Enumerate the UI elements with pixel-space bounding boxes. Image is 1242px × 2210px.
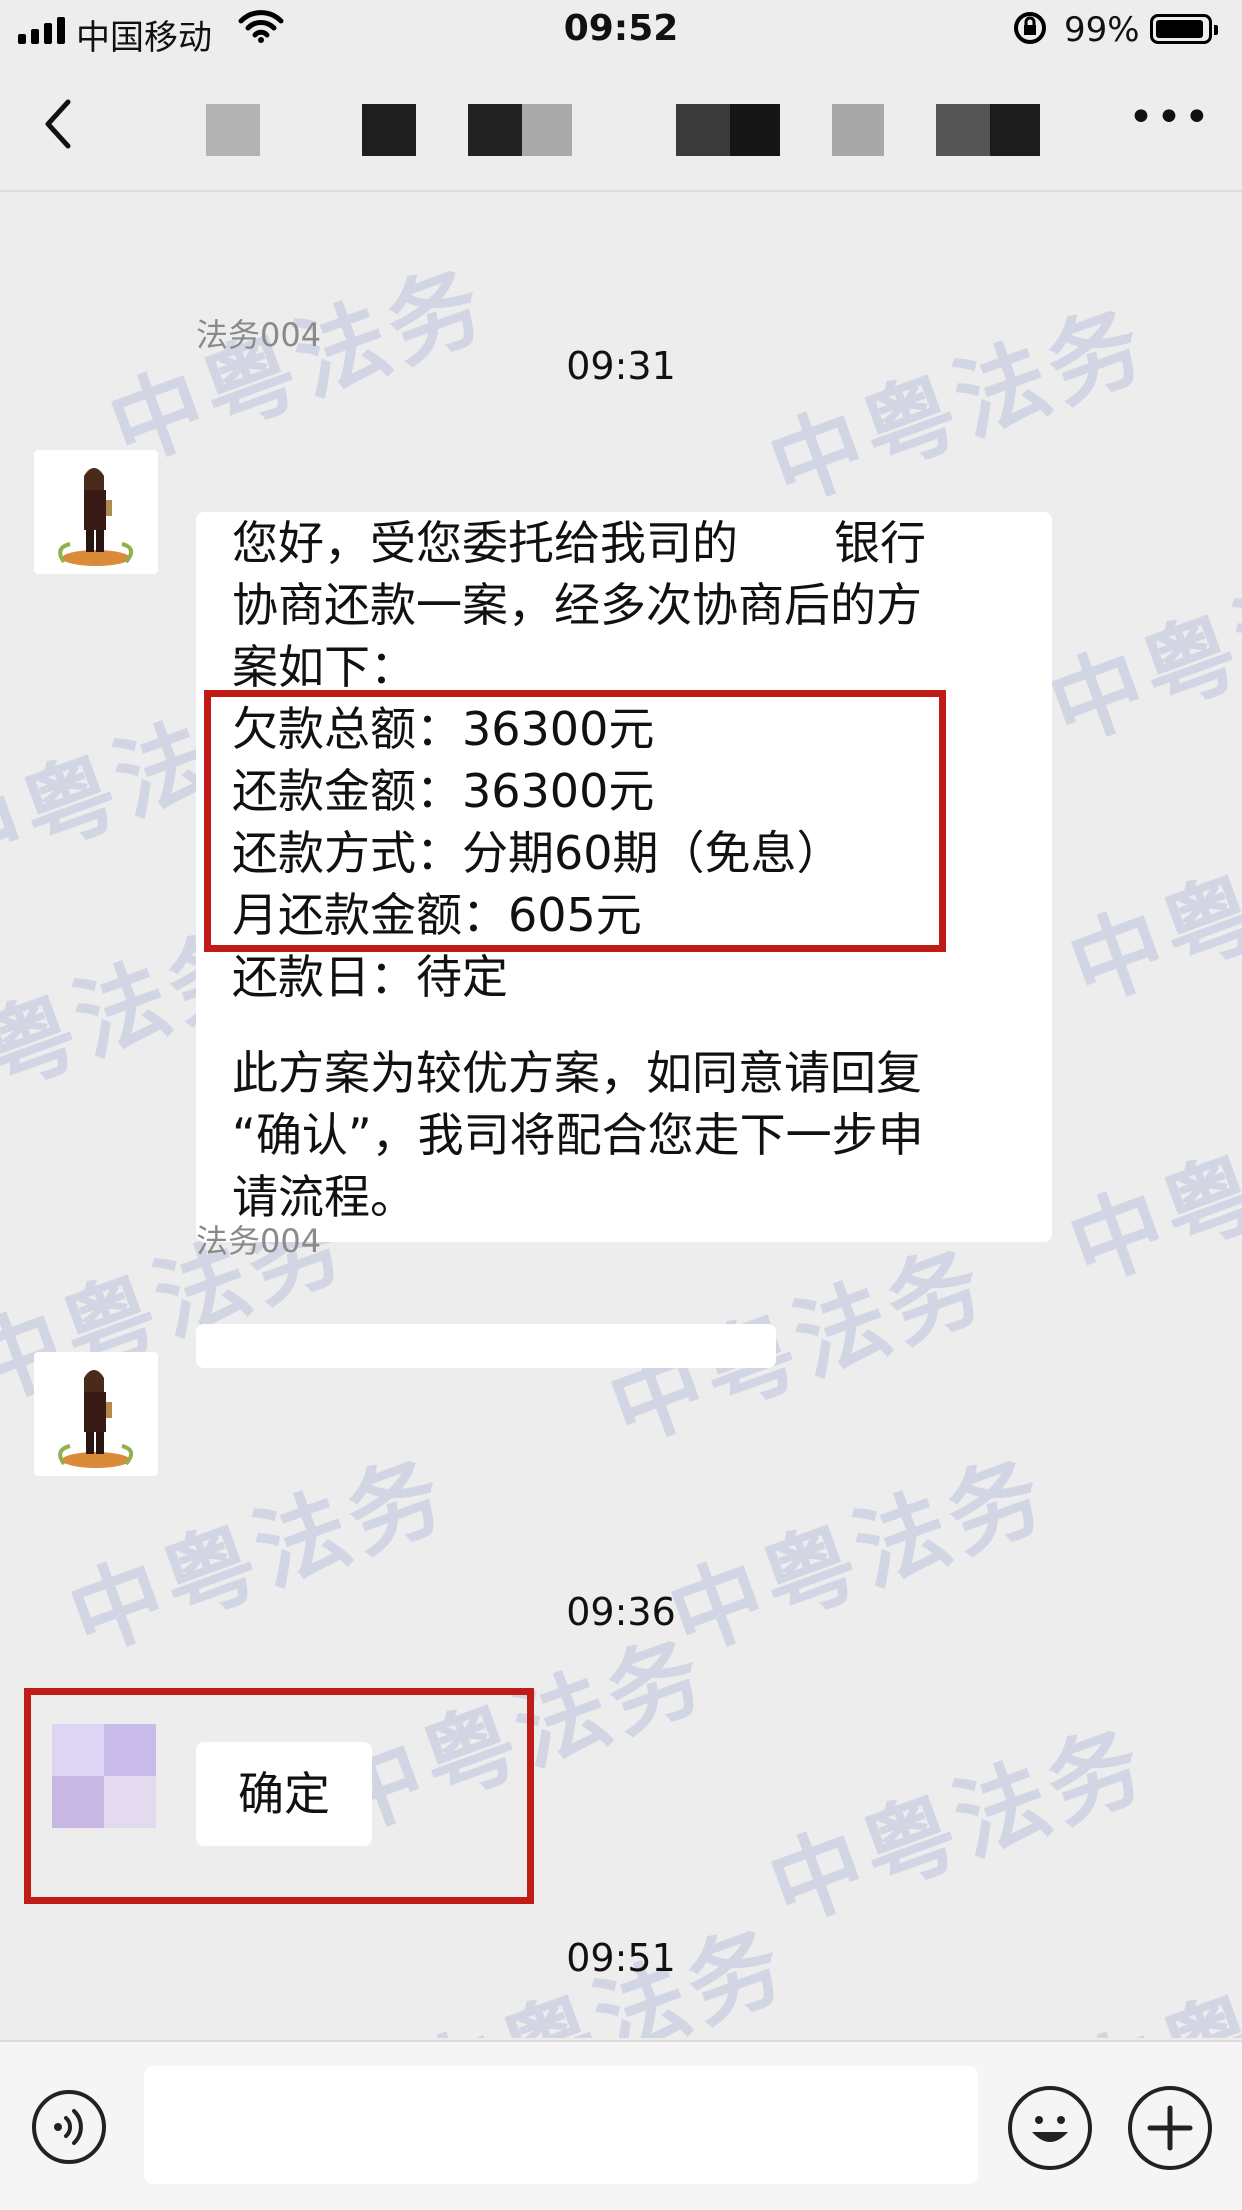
message-line: 请流程。 [232, 1170, 416, 1224]
sender-name: 法务004 [196, 1222, 322, 1260]
message-line: 此方案为较优方案，如同意请回复 [232, 1046, 922, 1100]
back-button[interactable] [40, 94, 76, 164]
emoji-icon [1032, 2116, 1068, 2142]
message-input[interactable] [144, 2066, 978, 2184]
emoji-button[interactable] [1008, 2086, 1092, 2170]
voice-icon [54, 2109, 83, 2145]
watermark: 中粤法务 [756, 288, 1162, 524]
lawyer-avatar-icon [58, 1370, 134, 1468]
more-dots-icon: ••• [1128, 92, 1212, 143]
voice-button[interactable] [32, 2090, 106, 2164]
timestamp: 09:51 [566, 1936, 676, 1980]
avatar[interactable] [34, 450, 158, 574]
chat-header: ••• [0, 62, 1242, 192]
watermark: 中粤法务 [756, 1708, 1162, 1944]
battery-percent: 99% [1064, 10, 1140, 50]
avatar[interactable] [34, 1352, 158, 1476]
input-bar [0, 2040, 1242, 2210]
highlight-box [24, 1688, 534, 1904]
message-line: 协商还款一案，经多次协商后的方 [232, 578, 922, 632]
highlight-box [204, 690, 946, 952]
watermark: 中粤法务 [1056, 788, 1242, 1024]
watermark: 中粤法务 [656, 1438, 1062, 1674]
watermark: 中粤法务 [1036, 528, 1242, 764]
orientation-lock-icon [1014, 12, 1046, 44]
message-line: 还款日：待定 [232, 950, 508, 1004]
plus-icon [1147, 2105, 1193, 2151]
chevron-left-icon [45, 99, 71, 149]
message-bubble-redacted[interactable] [196, 1324, 776, 1368]
message-line: 案如下： [232, 640, 416, 694]
chat-area[interactable]: 中粤法务 中粤法务 中粤法务 中粤法务 中粤法务 中粤法务 中粤法务 中粤法务 … [0, 192, 1242, 2038]
message-line: “确认”，我司将配合您走下一步申 [232, 1108, 924, 1162]
watermark: 中粤法务 [1056, 1068, 1242, 1304]
plus-button[interactable] [1128, 2086, 1212, 2170]
timestamp: 09:31 [566, 344, 676, 388]
message-line: 您好，受您委托给我司的 银行 [232, 516, 926, 570]
more-button[interactable]: ••• [1128, 92, 1212, 143]
sender-name: 法务004 [196, 316, 322, 354]
battery-icon [1150, 14, 1218, 44]
lawyer-avatar-icon [58, 468, 134, 566]
clock: 09:52 [563, 8, 679, 49]
status-bar: 中国移动 09:52 99% [0, 0, 1242, 62]
timestamp: 09:36 [566, 1590, 676, 1634]
